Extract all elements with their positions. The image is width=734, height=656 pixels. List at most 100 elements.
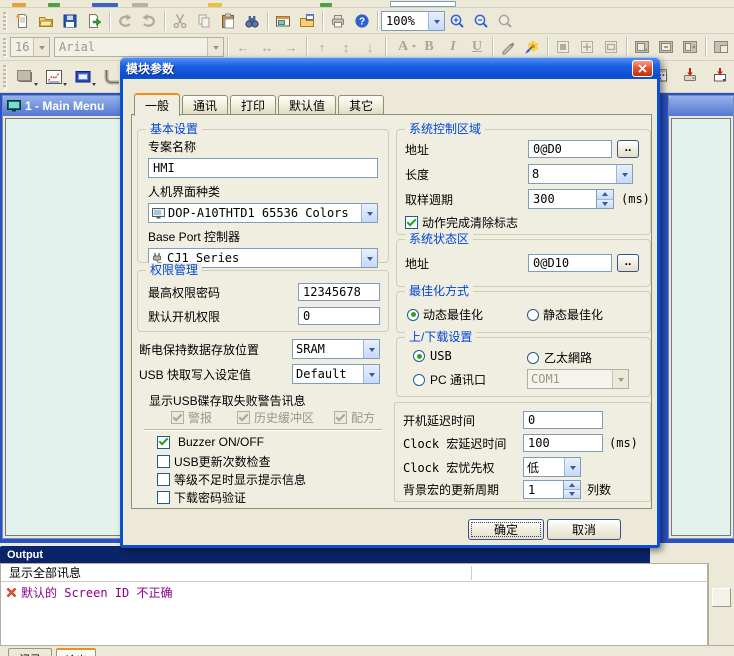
open-screen-button[interactable] [295, 10, 319, 32]
bg-macro-input[interactable]: 1 [523, 480, 564, 499]
zoom-in-button[interactable] [445, 10, 469, 32]
clear-flag-checkbox[interactable] [405, 216, 418, 229]
open-file-button[interactable] [34, 10, 58, 32]
nudge-right-button[interactable]: → [279, 36, 303, 58]
copy-button[interactable] [192, 10, 216, 32]
status-address-input[interactable]: 0@D10 [528, 254, 612, 272]
level-hint-checkbox[interactable] [157, 473, 170, 486]
status-address-browse-button[interactable]: .. [617, 254, 639, 272]
zoom-level-combo[interactable]: 100% [381, 11, 445, 31]
fit-window-button[interactable] [630, 36, 654, 58]
fit-page-button[interactable] [678, 36, 702, 58]
redo-button[interactable] [137, 10, 161, 32]
pc-com-radio[interactable] [413, 374, 425, 386]
nudge-vertical-button[interactable]: ↕ [334, 36, 358, 58]
usb-cache-select[interactable]: Default [292, 364, 380, 384]
toolbar-grip[interactable] [3, 65, 6, 89]
static-optimize-radio[interactable] [527, 309, 539, 321]
export-button[interactable] [82, 10, 106, 32]
undo-button[interactable] [113, 10, 137, 32]
paste-button[interactable] [216, 10, 240, 32]
font-name-combo[interactable]: Arial [54, 37, 224, 57]
usb-update-checkbox[interactable] [157, 455, 170, 468]
save-button[interactable] [58, 10, 82, 32]
output-panel-titlebar[interactable]: Output [0, 546, 650, 563]
hmi-type-select[interactable]: DOP-A10THTD1 65536 Colors [148, 203, 378, 223]
bottom-tab-record[interactable]: 记录 [8, 648, 52, 656]
boot-delay-input[interactable]: 0 [523, 411, 603, 429]
boot-level-input[interactable]: 0 [298, 307, 380, 325]
screen-window-titlebar[interactable] [669, 96, 733, 116]
select-arrow[interactable] [361, 249, 377, 267]
sample-period-input[interactable]: 300 [528, 189, 597, 209]
new-file-button[interactable] [10, 10, 34, 32]
select-arrow[interactable] [361, 204, 377, 222]
tab-general[interactable]: 一般 [134, 93, 180, 116]
nudge-down-button[interactable]: ↓ [358, 36, 382, 58]
sample-period-spinner[interactable] [597, 189, 614, 209]
select-arrow[interactable] [564, 458, 580, 476]
nudge-horizontal-button[interactable]: ↔ [255, 36, 279, 58]
buzzer-checkbox[interactable] [157, 436, 170, 449]
close-button[interactable] [632, 60, 653, 77]
retain-location-select[interactable]: SRAM [292, 339, 380, 359]
download-firmware-button[interactable] [678, 64, 702, 86]
control-address-input[interactable]: 0@D0 [528, 140, 612, 158]
tab-communication[interactable]: 通讯 [182, 95, 228, 115]
make-same-width-button[interactable] [551, 36, 575, 58]
clock-priority-select[interactable]: 低 [523, 457, 581, 477]
print-button[interactable] [326, 10, 350, 32]
zoom-out-button[interactable] [469, 10, 493, 32]
cut-button[interactable] [168, 10, 192, 32]
color-picker-button[interactable] [520, 36, 544, 58]
scrollbar-thumb[interactable] [712, 588, 731, 607]
tab-print[interactable]: 打印 [230, 95, 276, 115]
trend-graph-tool-button[interactable] [39, 63, 68, 90]
make-same-height-button[interactable] [599, 36, 623, 58]
project-name-input[interactable]: HMI [148, 158, 378, 178]
make-same-size-button[interactable] [575, 36, 599, 58]
font-size-combo[interactable]: 16 [10, 37, 50, 57]
output-error-row[interactable]: 默认的 Screen ID 不正确 [1, 582, 707, 601]
italic-button[interactable]: I [441, 36, 465, 58]
select-arrow[interactable] [363, 365, 379, 383]
bottom-tab-output[interactable]: 输出 [56, 648, 96, 656]
toolbar-grip[interactable] [3, 38, 6, 56]
control-address-browse-button[interactable]: .. [617, 140, 639, 158]
control-length-select[interactable]: 8 [528, 164, 633, 184]
underline-button[interactable]: U [465, 36, 489, 58]
clock-delay-input[interactable]: 100 [523, 434, 603, 452]
bg-macro-spinner[interactable] [564, 480, 581, 499]
nudge-up-button[interactable]: ↑ [310, 36, 334, 58]
output-column-divider[interactable] [471, 566, 472, 580]
download-screen-button[interactable] [708, 64, 732, 86]
new-screen-button[interactable] [271, 10, 295, 32]
zoom-tool-button[interactable] [493, 10, 517, 32]
bold-button[interactable]: B [417, 36, 441, 58]
dialog-titlebar[interactable]: 模块参数 [120, 57, 660, 79]
font-color-button[interactable]: A [389, 36, 417, 58]
nudge-left-button[interactable]: ← [231, 36, 255, 58]
rectangle-tool-button[interactable] [10, 63, 39, 90]
fit-extra-button[interactable] [709, 36, 733, 58]
screen-canvas[interactable] [671, 118, 731, 536]
cancel-button[interactable]: 取消 [547, 519, 621, 540]
find-button[interactable] [240, 10, 264, 32]
toolbar-grip[interactable] [3, 12, 6, 30]
combo-arrow[interactable] [428, 12, 444, 30]
tab-other[interactable]: 其它 [338, 95, 384, 115]
dynamic-optimize-radio[interactable] [407, 309, 419, 321]
ethernet-radio[interactable] [527, 352, 539, 364]
usb-radio[interactable] [413, 350, 425, 362]
select-arrow[interactable] [616, 165, 632, 183]
fit-screen-button[interactable] [654, 36, 678, 58]
highest-password-input[interactable]: 12345678 [298, 283, 380, 301]
pen-button[interactable] [496, 36, 520, 58]
select-arrow[interactable] [363, 340, 379, 358]
tab-default[interactable]: 默认值 [278, 95, 336, 115]
button-widget-tool-button[interactable] [68, 63, 97, 90]
output-filter-row[interactable]: 显示全部讯息 [1, 564, 707, 582]
help-button[interactable]: ? [350, 10, 374, 32]
ok-button[interactable]: 确定 [468, 519, 544, 540]
dl-password-checkbox[interactable] [157, 491, 170, 504]
